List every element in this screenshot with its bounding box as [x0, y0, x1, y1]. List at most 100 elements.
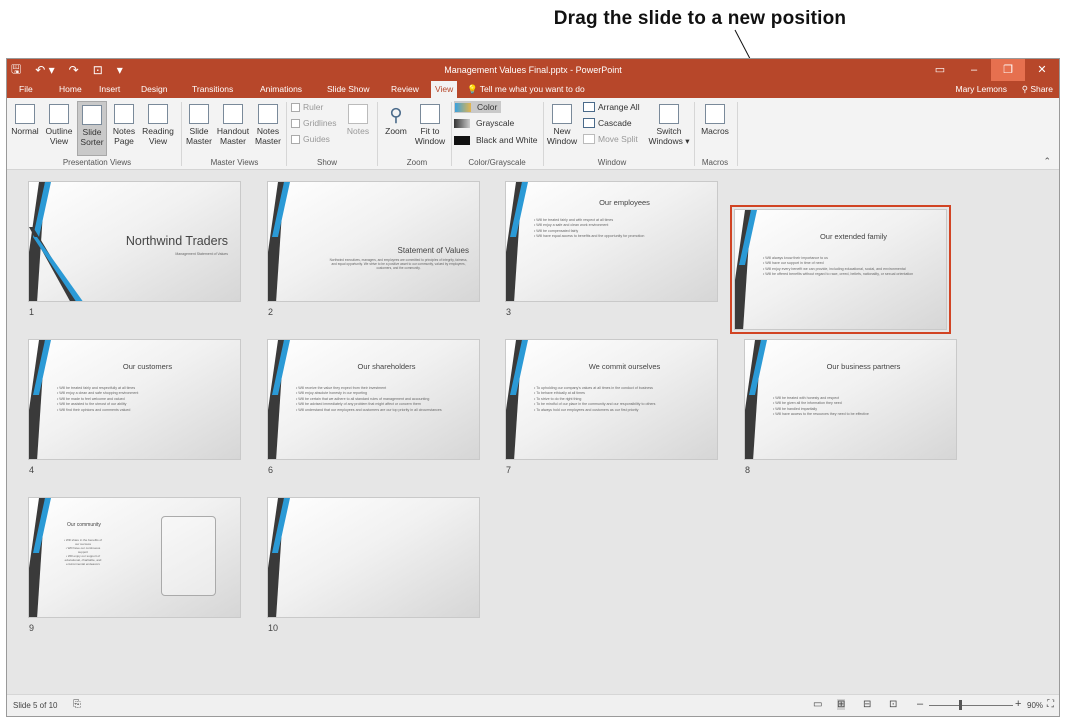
tab-insert[interactable]: Insert — [95, 81, 124, 98]
tab-home[interactable]: Home — [55, 81, 86, 98]
handout-master-button[interactable]: Handout Master — [215, 104, 251, 146]
slide-thumbnail[interactable]: Our customers Will be treated fairly and … — [28, 339, 241, 460]
zoom-slider-thumb[interactable] — [959, 700, 962, 710]
tab-transitions[interactable]: Transitions — [188, 81, 237, 98]
notes-page-button[interactable]: Notes Page — [110, 104, 138, 146]
slide-thumbnail[interactable]: Northwind Traders Management Statement of… — [28, 181, 241, 302]
fit-slide-icon[interactable]: ⛶ — [1047, 699, 1054, 710]
share-button[interactable]: ⚲ Share — [1022, 81, 1053, 98]
normal-view-button[interactable]: Normal — [10, 104, 40, 136]
normal-view-status-icon[interactable]: ▭ — [813, 699, 822, 710]
content-placeholder — [161, 516, 216, 596]
fit-label-1: Fit to — [420, 126, 440, 136]
slide-thumbnail[interactable]: Statement of Values Northwind executives,… — [267, 181, 480, 302]
zoom-button[interactable]: ⚲ Zoom — [381, 104, 411, 136]
tab-design[interactable]: Design — [137, 81, 171, 98]
window-title: Management Values Final.pptx - PowerPoin… — [444, 65, 622, 75]
gridlines-checkbox-box — [291, 118, 300, 128]
slide-bullet-list: Will always know their importance to usW… — [763, 256, 936, 278]
gridlines-label: Gridlines — [303, 118, 337, 128]
close-button[interactable]: ✕ — [1025, 59, 1059, 81]
slide-bullet-list: Will be treated fairly and with respect … — [534, 218, 707, 240]
switch-windows-label-1: Switch — [656, 126, 682, 136]
switch-windows-button[interactable]: Switch Windows ▾ — [648, 104, 690, 146]
slide-thumbnail[interactable]: Our employees Will be treated fairly and … — [505, 181, 718, 302]
slide-thumbnail[interactable]: Our shareholders Will receive the value t… — [267, 339, 480, 460]
slide-sorter-status-icon[interactable]: ⊞ — [837, 699, 846, 710]
new-window-label-2: Window — [546, 136, 578, 146]
slide-master-icon — [189, 104, 209, 124]
tab-review[interactable]: Review — [387, 81, 423, 98]
slide-bullet: Will enjoy our support of educational, c… — [63, 554, 103, 566]
ruler-checkbox[interactable]: Ruler — [291, 102, 323, 112]
tab-slide-show[interactable]: Slide Show — [323, 81, 374, 98]
tell-me-box[interactable]: 💡 Tell me what you want to do — [463, 81, 589, 98]
slide-thumbnail[interactable] — [267, 497, 480, 618]
tab-view[interactable]: View — [431, 81, 458, 98]
slide-bullet: Will have our continuous support — [63, 546, 103, 554]
slide-number: 9 — [29, 623, 35, 633]
notes-page-label-2: Page — [114, 136, 134, 146]
undo-icon[interactable]: ↶ ▾ — [35, 63, 54, 77]
bw-label: Black and White — [476, 135, 538, 145]
tab-file[interactable]: File — [15, 81, 37, 98]
slide-thumbnail[interactable]: Our business partners Will be treated wit… — [744, 339, 957, 460]
arrange-all-icon — [583, 102, 595, 112]
slide-thumbnail[interactable]: Our community Will share in the benefits … — [28, 497, 241, 618]
reading-view-button[interactable]: Reading View — [140, 104, 176, 146]
macros-button[interactable]: Macros — [698, 104, 732, 136]
gridlines-checkbox[interactable]: Gridlines — [291, 118, 337, 128]
title-bar: 🖫 ↶ ▾ ↷ ⊡ ▾ Management Values Final.pptx… — [7, 59, 1059, 81]
guides-checkbox[interactable]: Guides — [291, 134, 330, 144]
slide-sorter-button[interactable]: Slide Sorter — [77, 101, 107, 156]
notes-master-label-1: Notes — [256, 126, 280, 136]
slide-show-status-icon[interactable]: ⊡ — [889, 699, 897, 710]
ribbon-tabs: File Home Insert Design Transitions Anim… — [7, 81, 1059, 98]
ribbon-display-options-icon[interactable]: ▭ — [923, 59, 957, 81]
zoom-out-button[interactable]: – — [917, 698, 923, 710]
zoom-slider-track[interactable] — [929, 705, 1013, 706]
arrange-all-button[interactable]: Arrange All — [583, 102, 640, 112]
grayscale-button[interactable]: Grayscale — [454, 118, 514, 128]
group-label-macros: Macros — [701, 158, 729, 167]
color-label: Color — [477, 102, 498, 112]
slide-master-label-1: Slide — [189, 126, 209, 136]
slide-thumbnail-dragging[interactable]: Our extended family Will always know thei… — [730, 205, 951, 334]
new-window-button[interactable]: New Window — [545, 104, 579, 146]
arrange-all-label: Arrange All — [598, 102, 640, 112]
user-name[interactable]: Mary Lemons — [956, 81, 1008, 98]
redo-icon[interactable]: ↷ — [69, 63, 79, 77]
customize-qat-icon[interactable]: ▾ — [117, 63, 123, 77]
switch-windows-icon — [659, 104, 679, 124]
present-from-start-icon[interactable]: ⊡ — [93, 63, 103, 77]
black-and-white-button[interactable]: Black and White — [454, 135, 537, 145]
zoom-level[interactable]: 90% — [1027, 701, 1043, 710]
collapse-ribbon-icon[interactable]: ⌃ — [1043, 156, 1051, 167]
slide-bullet: Will be offered benefits without regard … — [763, 272, 936, 277]
outline-view-label-1: Outline — [45, 126, 73, 136]
group-label-show: Show — [316, 158, 337, 167]
reading-view-status-icon[interactable]: ⊟ — [863, 699, 871, 710]
slide-master-button[interactable]: Slide Master — [185, 104, 213, 146]
notes-master-button[interactable]: Notes Master — [253, 104, 283, 146]
color-swatch-icon — [455, 102, 471, 112]
minimize-button[interactable]: – — [957, 59, 991, 81]
color-button[interactable]: Color — [454, 101, 502, 113]
slide-number: 2 — [268, 307, 274, 317]
group-label-presentation-views: Presentation Views — [62, 158, 132, 167]
slide-bullet-list: To upholding our company's values at all… — [534, 386, 707, 413]
notes-button[interactable]: Notes — [345, 104, 371, 136]
move-split-button[interactable]: Move Split — [583, 134, 638, 144]
slide-thumbnail[interactable]: We commit ourselves To upholding our comp… — [505, 339, 718, 460]
outline-view-button[interactable]: Outline View — [42, 104, 76, 146]
zoom-in-button[interactable]: + — [1015, 698, 1021, 710]
tab-animations[interactable]: Animations — [256, 81, 306, 98]
reading-view-label-2: View — [148, 136, 168, 146]
restore-button[interactable]: ❐ — [991, 59, 1025, 81]
spelling-check-icon[interactable]: ⎘ — [73, 699, 81, 710]
ribbon-view: Normal Outline View Slide Sorter Notes Page… — [7, 98, 1059, 170]
save-icon[interactable]: 🖫 — [11, 60, 21, 81]
cascade-button[interactable]: Cascade — [583, 118, 632, 128]
fit-to-window-button[interactable]: Fit to Window — [413, 104, 447, 146]
guides-checkbox-box — [291, 134, 300, 144]
